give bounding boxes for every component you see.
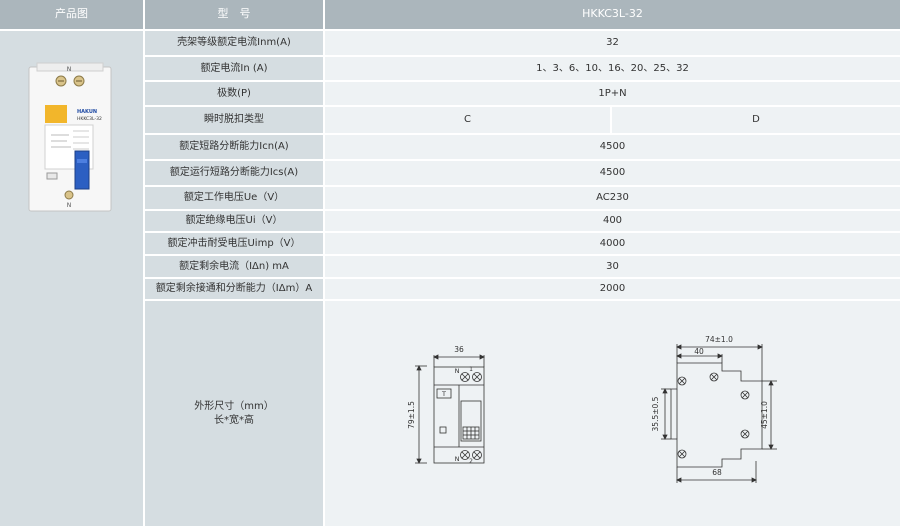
row-value-residual-current: 30 [325,256,900,277]
row-value-frame-current: 32 [325,31,900,55]
front-height-label: 79±1.5 [407,401,416,429]
product-brand-text: HAKUN [77,109,97,115]
product-image: N HAKUN HKKC3L-32 N [28,62,111,212]
front-width-label: 36 [454,345,464,354]
row-label-residual-current: 额定剩余电流（IΔn) mA [145,256,323,277]
side-left-height-label: 35.5±0.5 [651,396,660,431]
row-label-rated-current: 额定电流In (A) [145,57,323,80]
product-n-bottom: N [66,202,71,209]
side-bottom-width-label: 68 [712,468,722,477]
front-num-top-label: 1 [469,366,473,373]
front-n-bottom-label: N [455,455,460,463]
dimensions-label-line2: 长*宽*高 [214,414,254,426]
product-image-cell: N HAKUN HKKC3L-32 N [0,31,143,526]
dimension-drawings: 36 79±1.5 T N N 1 2 74±1.0 40 68 35.5±0.… [407,335,777,483]
row-label-trip-type: 瞬时脱扣类型 [145,107,323,133]
row-label-ics: 额定运行短路分断能力Ics(A) [145,161,323,185]
row-label-poles: 极数(P) [145,82,323,105]
row-value-ui: 400 [325,211,900,231]
row-value-uimp: 4000 [325,233,900,254]
front-num-bottom-label: 2 [469,458,473,465]
header-image-col: 产品图 [0,0,143,29]
front-view-drawing [415,354,485,464]
front-t-label: T [441,390,446,398]
side-right-height-label: 45±1.0 [760,401,769,429]
row-value-trip-type-d: D [612,107,900,133]
spec-sheet: 产品图 型 号 HKKC3L-32 N HAKUN HKKC3L-32 N 壳架… [0,0,900,526]
row-label-uimp: 额定冲击耐受电压Uimp（V） [145,233,323,254]
row-value-ue: AC230 [325,187,900,209]
row-value-rated-current: 1、3、6、10、16、20、25、32 [325,57,900,80]
header-model-col: 型 号 [145,0,323,29]
row-label-ue: 额定工作电压Ue（V） [145,187,323,209]
dimensions-drawing-cell: 36 79±1.5 T N N 1 2 74±1.0 40 68 35.5±0.… [325,301,900,526]
row-label-dimensions: 外形尺寸（mm） 长*宽*高 [145,301,323,526]
dimensions-label-line1: 外形尺寸（mm） [194,401,274,412]
row-label-frame-current: 壳架等级额定电流Inm(A) [145,31,323,55]
row-value-residual-capacity: 2000 [325,279,900,299]
row-label-residual-capacity: 额定剩余接通和分断能力（IΔm）A [145,279,323,299]
row-label-ui: 额定绝缘电压Ui（V） [145,211,323,231]
product-model-text: HKKC3L-32 [77,116,102,122]
row-value-poles: 1P+N [325,82,900,105]
row-label-icn: 额定短路分断能力Icn(A) [145,135,323,159]
row-value-ics: 4500 [325,161,900,185]
side-top-width-label: 40 [694,347,704,356]
row-value-icn: 4500 [325,135,900,159]
product-n-top: N [66,66,71,73]
header-model-value: HKKC3L-32 [325,0,900,29]
front-n-top-label: N [455,367,460,375]
side-overall-width-label: 74±1.0 [705,335,733,344]
row-value-trip-type-c: C [325,107,610,133]
